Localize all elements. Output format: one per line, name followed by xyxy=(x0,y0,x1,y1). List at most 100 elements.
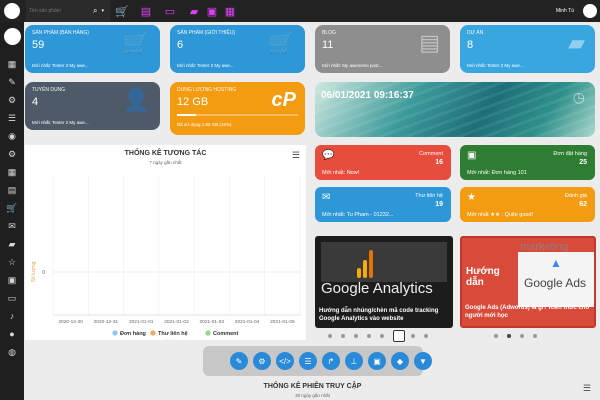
card-products-sale[interactable]: Sản phẩm (bán hàng) 59 Mới nhất: Tester … xyxy=(25,25,160,73)
card-contact[interactable]: ✉ Thư liên hệ 19 Mới nhất: Tu Pham - 012… xyxy=(315,187,451,222)
search-input[interactable] xyxy=(29,4,89,18)
card-value: 12 GB xyxy=(177,96,209,108)
x-tick-label: 2021-01-02 xyxy=(164,319,189,325)
chart-credit: Highcharts.com xyxy=(164,339,188,340)
settings-icon[interactable]: ⚙ xyxy=(0,91,24,109)
x-tick-label: 2020-12-30 xyxy=(58,319,83,325)
card-hosting[interactable]: Dung lượng hosting 12 GB Đã sử dụng 1.85… xyxy=(170,82,305,135)
doc-icon[interactable]: ▭ xyxy=(0,289,24,307)
clock-icon: ◷ xyxy=(572,89,585,105)
card-blog[interactable]: Blog 11 Mới nhất: My awesome post... ▤ xyxy=(315,25,450,73)
search-box[interactable]: ⌕ ▾ xyxy=(26,0,110,22)
card-orders[interactable]: ▣ Đơn đặt hàng 25 Mới nhất: Đơn hàng 101 xyxy=(460,145,595,180)
slide-google-analytics[interactable]: Google Analytics Hướng dẫn nhúng/chèn mã… xyxy=(315,236,453,328)
settings-icon[interactable]: ⚙ xyxy=(253,352,271,370)
slide-banner-left: Hướng dẫn xyxy=(466,266,500,288)
legend-label: Comment xyxy=(213,331,239,337)
basket-icon[interactable]: ▤ xyxy=(134,0,158,22)
cart-icon[interactable]: 🛒 xyxy=(0,199,24,217)
slider-dot[interactable] xyxy=(380,334,384,338)
y-tick-label: 0 xyxy=(42,270,45,276)
gear-icon[interactable]: ⚙ xyxy=(0,145,24,163)
list-icon[interactable]: ☰ xyxy=(299,352,317,370)
share-icon[interactable]: ↱ xyxy=(322,352,340,370)
grid-icon[interactable]: ▦ xyxy=(0,163,24,181)
star-icon[interactable]: ☆ xyxy=(0,253,24,271)
tag-icon[interactable]: ◆ xyxy=(391,352,409,370)
card-recruitment[interactable]: Tuyển dụng 4 Mới nhất: Tester 2 My awe..… xyxy=(25,82,160,130)
chevron-down-icon[interactable]: ▾ xyxy=(101,8,104,14)
avatar[interactable] xyxy=(0,26,24,46)
top-bar: ⌕ ▾ 🛒 ▤ ▭ ▰ ▣ ▦ Minh Tú xyxy=(0,0,600,22)
legend-marker xyxy=(205,330,211,336)
slide-caption[interactable]: Hướng dẫn nhúng/chèn mã code tracking Go… xyxy=(319,308,449,324)
avatar[interactable] xyxy=(0,0,24,22)
dashboard-icon[interactable]: ▦ xyxy=(0,55,24,73)
slider-dot[interactable] xyxy=(367,334,371,338)
card-sub: Mới nhất ★★ : Quite good! xyxy=(467,212,534,218)
slider-dot[interactable] xyxy=(328,334,332,338)
y-axis-label: Số lượng xyxy=(31,261,37,282)
cart-icon: 🛒 xyxy=(122,30,150,55)
card-value: 16 xyxy=(435,159,443,166)
mail-icon[interactable]: ✉ xyxy=(0,217,24,235)
slider-dot[interactable] xyxy=(411,334,415,338)
cart-icon[interactable]: 🛒 xyxy=(110,0,134,22)
card-title: Blog xyxy=(322,30,336,36)
user-name[interactable]: Minh Tú xyxy=(550,0,580,22)
code-icon[interactable]: </> xyxy=(276,352,294,370)
slider-dot[interactable] xyxy=(341,334,345,338)
slider-dot[interactable] xyxy=(494,334,498,338)
cpanel-icon: cP xyxy=(271,89,296,111)
search-icon[interactable]: ⌕ xyxy=(93,6,97,16)
hosting-progress-track xyxy=(177,114,298,116)
card-value: 62 xyxy=(579,201,587,208)
legend-marker xyxy=(112,330,118,336)
chat-icon[interactable]: ▰ xyxy=(0,235,24,253)
slide-google-ads[interactable]: marketing Hướng dẫn ▲ Google Ads Google … xyxy=(460,236,596,328)
shop-icon[interactable]: ▦ xyxy=(218,0,242,22)
card-sub: Mới nhất: My awesome post... xyxy=(322,63,383,68)
card-products-intro[interactable]: Sản phẩm (giới thiệu) 6 Mới nhất: Tester… xyxy=(170,25,305,73)
table-icon[interactable]: ▤ xyxy=(0,181,24,199)
session-menu-icon[interactable]: ☰ xyxy=(583,383,591,394)
card-title: Tuyển dụng xyxy=(32,87,66,93)
slider-dot[interactable] xyxy=(533,334,537,338)
datetime-text: 06/01/2021 09:16:37 xyxy=(321,90,414,101)
card-title: Sản phẩm (bán hàng) xyxy=(32,30,89,36)
slider-dot-active[interactable] xyxy=(393,330,405,342)
slide-caption[interactable]: Google Ads (Adwords) là gì? Kiến thức ch… xyxy=(465,305,593,321)
slider-dot[interactable] xyxy=(424,334,428,338)
card-value: 6 xyxy=(177,39,184,51)
cart-icon: 🛒 xyxy=(267,30,295,55)
image-icon[interactable]: ▣ xyxy=(0,271,24,289)
slider-dot[interactable] xyxy=(354,334,358,338)
slider-dot[interactable] xyxy=(507,334,511,338)
bell-icon[interactable]: ♪ xyxy=(0,307,24,325)
folder-icon: ▰ xyxy=(568,30,585,55)
brush-icon[interactable]: ✎ xyxy=(230,352,248,370)
user-avatar[interactable] xyxy=(578,0,600,22)
session-subtitle: 30 ngày gần nhất xyxy=(295,393,330,398)
gallery-icon[interactable]: ▣ xyxy=(368,352,386,370)
card-title: Thư liên hệ xyxy=(415,193,443,199)
card-reviews[interactable]: ★ Đánh giá 62 Mới nhất ★★ : Quite good! xyxy=(460,187,595,222)
globe-icon[interactable]: ◉ xyxy=(0,127,24,145)
card-comment[interactable]: 💬 Comment 16 Mới nhất: Now! xyxy=(315,145,451,180)
list-icon[interactable]: ☰ xyxy=(0,109,24,127)
card-value: 19 xyxy=(435,201,443,208)
quick-toolbar: ✎ ⚙ </> ☰ ↱ ⊥ ▣ ◆ ▼ xyxy=(203,346,432,376)
help-icon[interactable]: ◍ xyxy=(0,343,24,361)
shirt-icon[interactable]: ▼ xyxy=(414,352,432,370)
document-icon[interactable]: ▭ xyxy=(158,0,182,22)
card-value: 11 xyxy=(322,39,334,51)
card-value: 59 xyxy=(32,39,45,51)
sitemap-icon[interactable]: ⊥ xyxy=(345,352,363,370)
mail-icon: ✉ xyxy=(322,192,331,203)
slider-dot[interactable] xyxy=(520,334,524,338)
card-sub: Mới nhất: Tester 2 My awe... xyxy=(32,120,89,125)
card-value: 4 xyxy=(32,96,39,108)
card-projects[interactable]: Dự án 8 Mới nhất: Tester 2 My awe... ▰ xyxy=(460,25,595,73)
brush-icon[interactable]: ✎ xyxy=(0,73,24,91)
user-icon[interactable]: ● xyxy=(0,325,24,343)
